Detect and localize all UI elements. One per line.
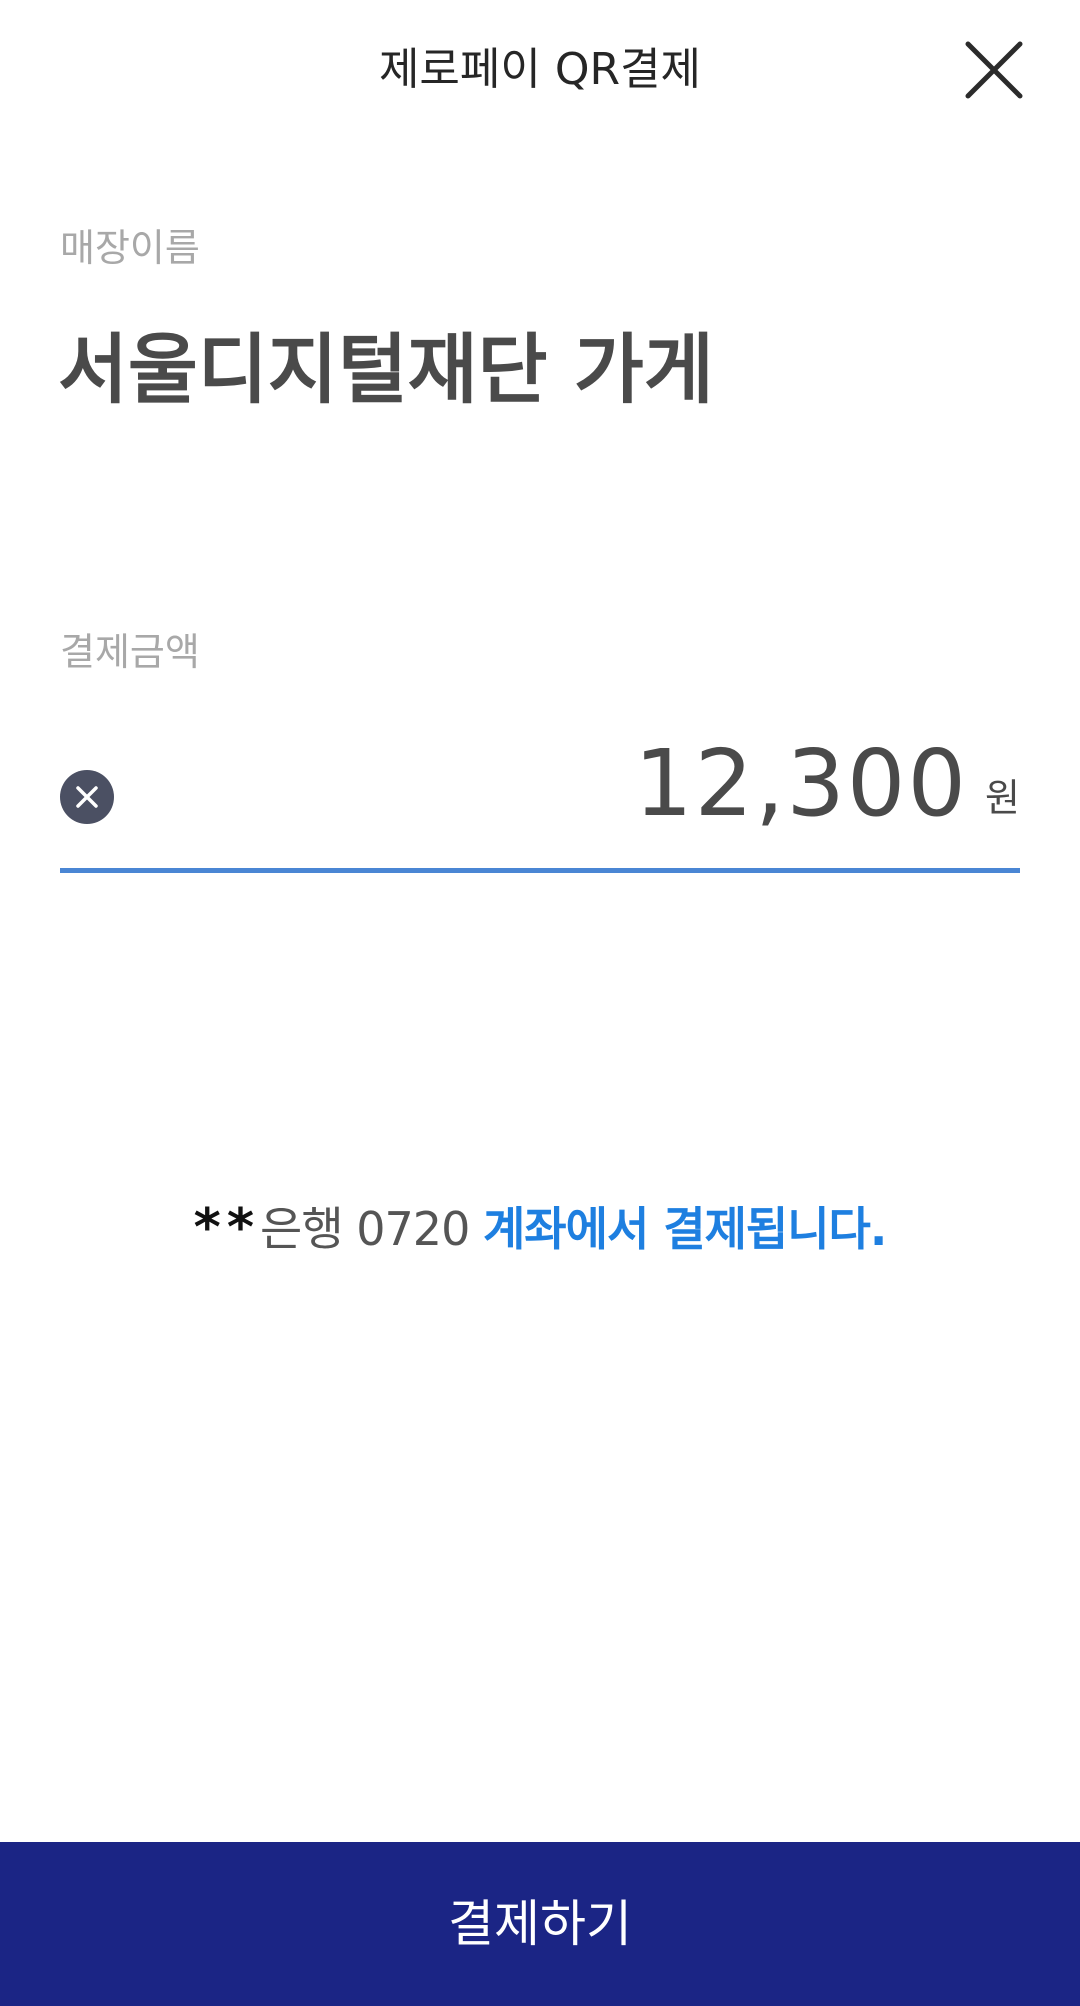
account-message: 계좌에서 결제됩니다. [482,1202,887,1256]
store-name-label: 매장이름 [60,226,200,270]
masked-bank-name: ** [193,1198,261,1258]
amount-unit: 원 [985,776,1020,820]
page-title: 제로페이 QR결제 [378,44,702,95]
header: 제로페이 QR결제 [0,0,1080,140]
store-name: 서울디지털재단 가게 [58,325,714,414]
close-button[interactable] [960,36,1028,104]
close-icon [965,41,1023,99]
clear-icon [76,786,98,808]
account-notice: **은행 0720 계좌에서 결제됩니다. [0,1196,1080,1261]
amount-value: 12,300 [634,730,968,837]
clear-amount-button[interactable] [60,770,114,824]
bank-account-number: 은행 0720 [260,1202,470,1256]
pay-button[interactable]: 결제하기 [0,1842,1080,2006]
amount-label: 결제금액 [60,630,200,674]
amount-field[interactable]: 12,300 원 [60,720,1020,873]
